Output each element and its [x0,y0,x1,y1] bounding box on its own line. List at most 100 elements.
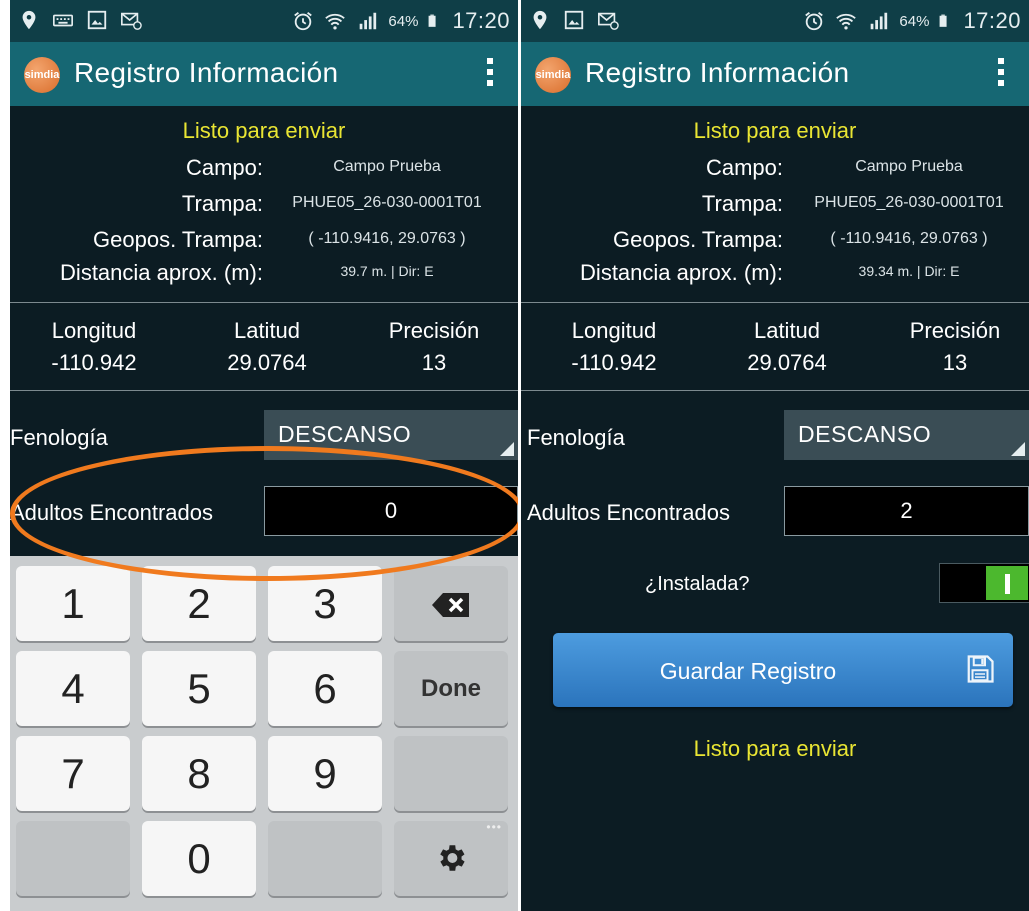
adultos-input[interactable]: 0 [264,486,518,536]
send-status: Listo para enviar [693,118,857,143]
email-icon [121,12,142,30]
campo-label: Campo: [185,155,263,180]
trampa-label: Trampa: [701,191,783,216]
key-6[interactable]: 6 [268,651,382,726]
fenologia-label: Fenología [10,425,108,450]
adultos-label: Adultos Encontrados [10,500,214,525]
dropdown-arrow-icon [500,442,514,456]
more-vert-icon[interactable] [995,58,1007,94]
battery-icon [940,14,948,27]
more-dots-icon: ••• [486,820,502,834]
save-button-label: Guardar Registro [659,658,837,684]
precision-value: 13 [942,350,968,375]
save-button[interactable]: Guardar Registro [553,633,1013,707]
alarm-icon [805,12,824,31]
key-0[interactable]: 0 [142,821,256,896]
key-9[interactable]: 9 [268,736,382,811]
status-bar: 64% 17:20 [10,0,518,42]
send-status: Listo para enviar [182,118,346,143]
settings-key[interactable]: ••• [394,821,508,896]
fenologia-dropdown[interactable]: DESCANSO [784,410,1029,460]
blank-key [16,821,130,896]
blank-key [268,821,382,896]
trampa-value: PHUE05_26-030-0001T01 [292,194,482,211]
fenologia-dropdown[interactable]: DESCANSO [264,410,518,460]
geopos-label: Geopos. Trampa: [613,227,783,252]
distancia-value: 39.34 m. | Dir: E [858,263,960,279]
phone-screen-right: 64% 17:20 simdia Registro Información Li… [521,0,1029,911]
key-1[interactable]: 1 [16,566,130,641]
clock: 17:20 [452,8,510,33]
footer-status: Listo para enviar [693,736,857,761]
instalada-toggle[interactable] [939,563,1029,603]
done-key[interactable]: Done [394,651,508,726]
location-pin-icon [22,10,36,30]
trampa-label: Trampa: [181,191,263,216]
location-pin-icon [533,10,547,30]
key-4[interactable]: 4 [16,651,130,726]
clock: 17:20 [963,8,1021,33]
key-3[interactable]: 3 [268,566,382,641]
alarm-icon [294,12,313,31]
distancia-value: 39.7 m. | Dir: E [340,263,434,279]
more-vert-icon[interactable] [484,58,496,94]
backspace-icon [432,593,469,617]
adultos-label: Adultos Encontrados [527,500,731,525]
precision-label: Precisión [909,318,1001,343]
fenologia-label: Fenología [527,425,625,450]
longitud-value: -110.942 [571,350,657,375]
backspace-key[interactable] [394,566,508,641]
adultos-input[interactable]: 2 [784,486,1029,536]
floppy-disk-icon [967,655,994,683]
toggle-thumb [986,566,1028,600]
geopos-label: Geopos. Trampa: [93,227,263,252]
latitud-label: Latitud [233,318,301,343]
campo-value: Campo Prueba [333,158,441,175]
divider [10,390,518,391]
divider [521,390,1029,391]
phone-screen-left: 64% 17:20 simdia Registro Información Li… [10,0,518,911]
image-icon [564,10,584,30]
signal-icon [360,12,377,30]
latitud-value: 29.0764 [747,350,827,375]
key-5[interactable]: 5 [142,651,256,726]
app-logo[interactable]: simdia [535,57,571,93]
keyboard-icon [53,14,73,27]
precision-label: Precisión [388,318,480,343]
longitud-label: Longitud [51,318,137,343]
status-bar: 64% 17:20 [521,0,1029,42]
app-logo[interactable]: simdia [24,57,60,93]
key-2[interactable]: 2 [142,566,256,641]
geopos-value: ( -110.9416, 29.0763 ) [830,230,988,247]
app-bar: simdia Registro Información [10,42,518,106]
battery-percent: 64% [388,12,419,30]
battery-icon [429,14,437,27]
longitud-value: -110.942 [51,350,137,375]
divider [521,302,1029,303]
key-8[interactable]: 8 [142,736,256,811]
trampa-value: PHUE05_26-030-0001T01 [814,194,1004,211]
page-title: Registro Información [74,57,339,88]
distancia-label: Distancia aprox. (m): [60,260,263,285]
latitud-label: Latitud [753,318,821,343]
key-7[interactable]: 7 [16,736,130,811]
app-bar: simdia Registro Información [521,42,1029,106]
wifi-icon [325,13,346,30]
numeric-keyboard: 1 2 3 4 5 6 Done 7 8 9 0 ••• [10,556,518,911]
battery-percent: 64% [899,12,930,30]
latitud-value: 29.0764 [227,350,307,375]
fenologia-value: DESCANSO [798,421,932,447]
dropdown-arrow-icon [1011,442,1025,456]
gear-icon [440,845,465,871]
wifi-icon [836,13,857,30]
campo-value: Campo Prueba [855,158,963,175]
precision-value: 13 [421,350,447,375]
campo-label: Campo: [705,155,783,180]
image-icon [87,10,107,30]
email-icon [598,12,619,30]
page-title: Registro Información [585,57,850,88]
blank-key [394,736,508,811]
fenologia-value: DESCANSO [278,421,412,447]
instalada-label: ¿Instalada? [645,573,750,595]
signal-icon [871,12,888,30]
